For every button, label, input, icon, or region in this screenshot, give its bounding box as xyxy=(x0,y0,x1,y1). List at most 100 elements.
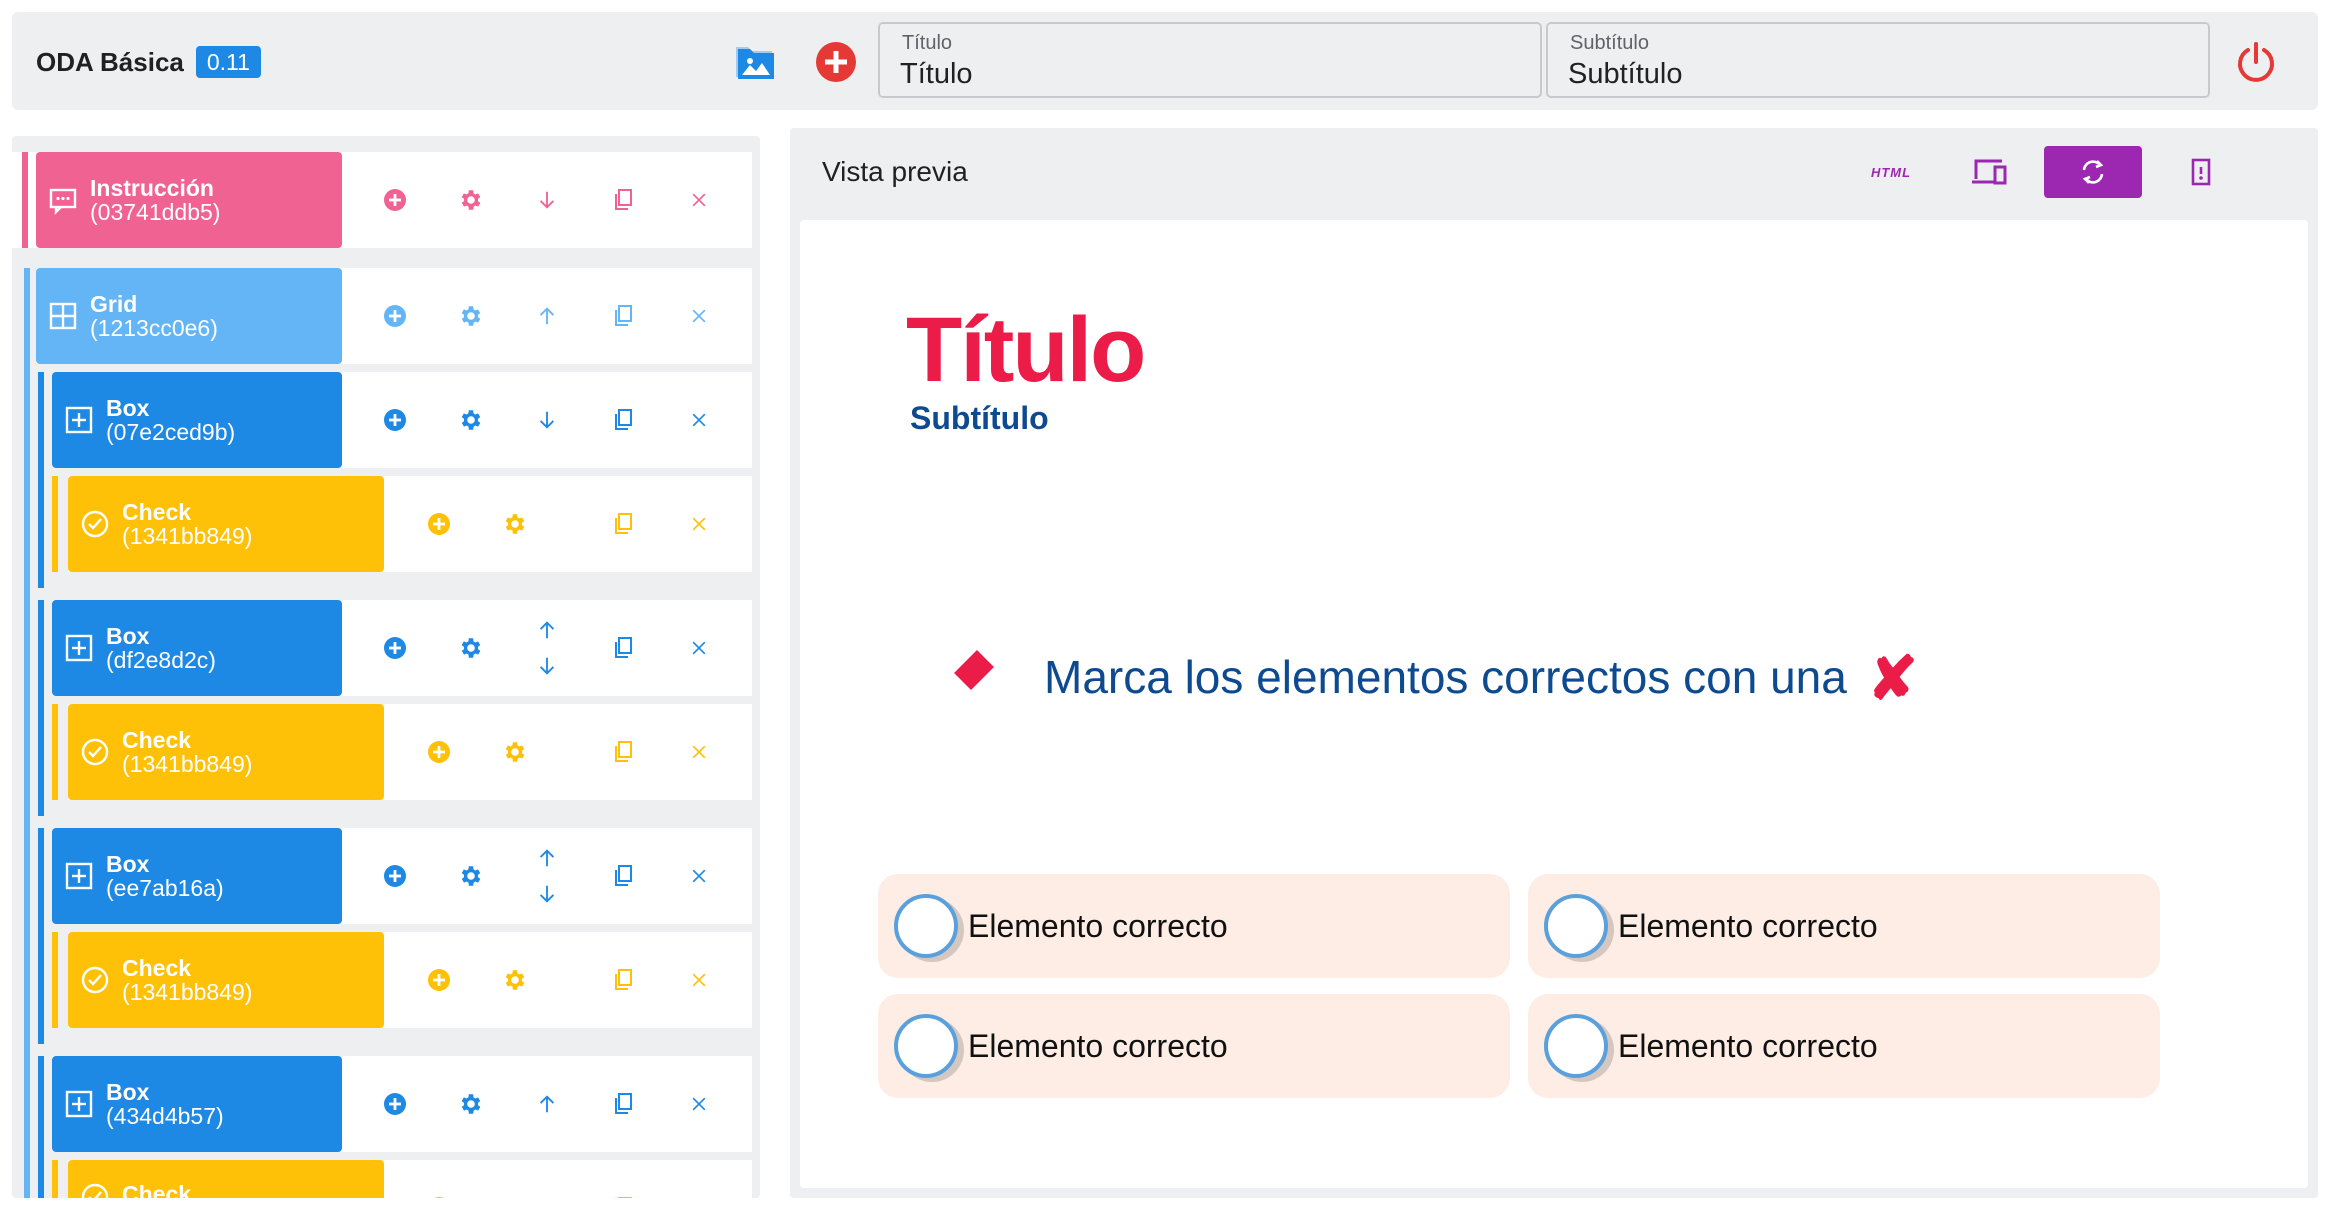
duplicate-icon[interactable] xyxy=(607,1088,639,1120)
duplicate-icon[interactable] xyxy=(607,860,639,892)
node-box[interactable]: Box (df2e8d2c) xyxy=(52,600,342,696)
duplicate-icon[interactable] xyxy=(607,404,639,436)
check-circle-icon xyxy=(80,737,110,767)
file-icon[interactable] xyxy=(2152,146,2250,198)
node-id: (03741ddb5) xyxy=(90,199,221,225)
delete-icon[interactable] xyxy=(683,964,715,996)
node-check[interactable]: Check (1341bb849) xyxy=(68,932,384,1028)
option-radio[interactable] xyxy=(894,1014,958,1078)
node-box[interactable]: Box (ee7ab16a) xyxy=(52,828,342,924)
option-radio[interactable] xyxy=(1544,894,1608,958)
node-box[interactable]: Box (07e2ced9b) xyxy=(52,372,342,468)
duplicate-icon[interactable] xyxy=(607,632,639,664)
add-icon[interactable] xyxy=(379,1088,411,1120)
delete-icon[interactable] xyxy=(683,404,715,436)
move-up-icon[interactable] xyxy=(531,842,563,874)
check-rail xyxy=(52,704,58,800)
node-box[interactable]: Box (434d4b57) xyxy=(52,1056,342,1152)
instruction-label: Marca los elementos correctos con una xyxy=(1044,651,1847,703)
option-item[interactable]: Elemento correcto xyxy=(878,994,1510,1098)
app-name: ODA Básica xyxy=(36,46,184,77)
delete-icon[interactable] xyxy=(683,736,715,768)
image-library-icon[interactable] xyxy=(728,36,780,88)
duplicate-icon[interactable] xyxy=(607,964,639,996)
node-grid[interactable]: Grid (1213cc0e6) xyxy=(36,268,342,364)
settings-icon[interactable] xyxy=(499,508,531,540)
option-label: Elemento correcto xyxy=(1618,907,1878,944)
subtitle-input[interactable] xyxy=(1568,58,2188,91)
preview-header: Vista previa xyxy=(822,156,968,187)
delete-icon[interactable] xyxy=(683,632,715,664)
settings-icon[interactable] xyxy=(455,184,487,216)
add-icon[interactable] xyxy=(379,404,411,436)
tree-row: Check (1341bb849) xyxy=(68,704,752,800)
option-radio[interactable] xyxy=(1544,1014,1608,1078)
title-field[interactable]: Título xyxy=(878,22,1542,98)
add-icon[interactable] xyxy=(379,300,411,332)
settings-icon[interactable] xyxy=(455,860,487,892)
delete-icon[interactable] xyxy=(683,300,715,332)
check-circle-icon xyxy=(80,509,110,539)
duplicate-icon[interactable] xyxy=(607,508,639,540)
delete-icon[interactable] xyxy=(683,1088,715,1120)
node-check[interactable]: Check (1341bb849) xyxy=(68,704,384,800)
move-up-icon[interactable] xyxy=(531,614,563,646)
add-icon[interactable] xyxy=(379,184,411,216)
power-icon[interactable] xyxy=(2230,36,2282,88)
move-down-icon[interactable] xyxy=(531,878,563,910)
settings-icon[interactable] xyxy=(455,632,487,664)
tree-row: Check (1341bb849) xyxy=(68,932,752,1028)
option-item[interactable]: Elemento correcto xyxy=(1528,994,2160,1098)
node-name: Check xyxy=(122,499,192,525)
move-down-icon[interactable] xyxy=(531,184,563,216)
add-icon[interactable] xyxy=(423,964,455,996)
refresh-button[interactable] xyxy=(2044,146,2142,198)
duplicate-icon[interactable] xyxy=(607,184,639,216)
refresh-icon xyxy=(2082,160,2104,184)
settings-icon[interactable] xyxy=(455,1088,487,1120)
option-radio[interactable] xyxy=(894,894,958,958)
box-icon xyxy=(64,861,94,891)
add-icon[interactable] xyxy=(379,632,411,664)
subtitle-field[interactable]: Subtítulo xyxy=(1546,22,2210,98)
delete-icon[interactable] xyxy=(683,860,715,892)
add-icon[interactable] xyxy=(423,736,455,768)
duplicate-icon[interactable] xyxy=(607,300,639,332)
option-item[interactable]: Elemento correcto xyxy=(878,874,1510,978)
duplicate-icon[interactable] xyxy=(607,736,639,768)
settings-icon[interactable] xyxy=(455,300,487,332)
node-check[interactable]: Check (1341bb849) xyxy=(68,476,384,572)
add-circle-icon[interactable] xyxy=(810,36,862,88)
delete-icon[interactable] xyxy=(683,184,715,216)
instruction-text: Marca los elementos correctos con una ✘ xyxy=(1044,644,1918,714)
move-up-icon[interactable] xyxy=(531,300,563,332)
node-name: Box xyxy=(106,851,150,877)
preview-canvas: Título Subtítulo Marca los elementos cor… xyxy=(800,220,2308,1188)
node-id: (1213cc0e6) xyxy=(90,315,218,341)
settings-icon[interactable] xyxy=(455,404,487,436)
box-rail xyxy=(38,372,44,588)
add-icon[interactable] xyxy=(423,508,455,540)
move-up-icon[interactable] xyxy=(531,1088,563,1120)
delete-icon[interactable] xyxy=(683,508,715,540)
move-down-icon[interactable] xyxy=(531,404,563,436)
settings-icon[interactable] xyxy=(499,1192,531,1198)
add-icon[interactable] xyxy=(379,860,411,892)
settings-icon[interactable] xyxy=(499,736,531,768)
node-check[interactable]: Check xyxy=(68,1160,384,1198)
node-id: (1341bb849) xyxy=(122,523,253,549)
move-down-icon[interactable] xyxy=(531,650,563,682)
settings-icon[interactable] xyxy=(499,964,531,996)
title-input[interactable] xyxy=(900,58,1520,91)
node-instruction[interactable]: Instrucción (03741ddb5) xyxy=(36,152,342,248)
duplicate-icon[interactable] xyxy=(607,1192,639,1198)
version-badge: 0.11 xyxy=(195,46,261,78)
check-rail xyxy=(52,932,58,1028)
node-id: (07e2ced9b) xyxy=(106,419,236,445)
devices-icon[interactable] xyxy=(1940,146,2038,198)
option-item[interactable]: Elemento correcto xyxy=(1528,874,2160,978)
add-icon[interactable] xyxy=(423,1192,455,1198)
html-button[interactable]: HTML xyxy=(1842,146,1940,198)
tree-row: Check xyxy=(68,1160,752,1198)
check-rail xyxy=(52,476,58,572)
